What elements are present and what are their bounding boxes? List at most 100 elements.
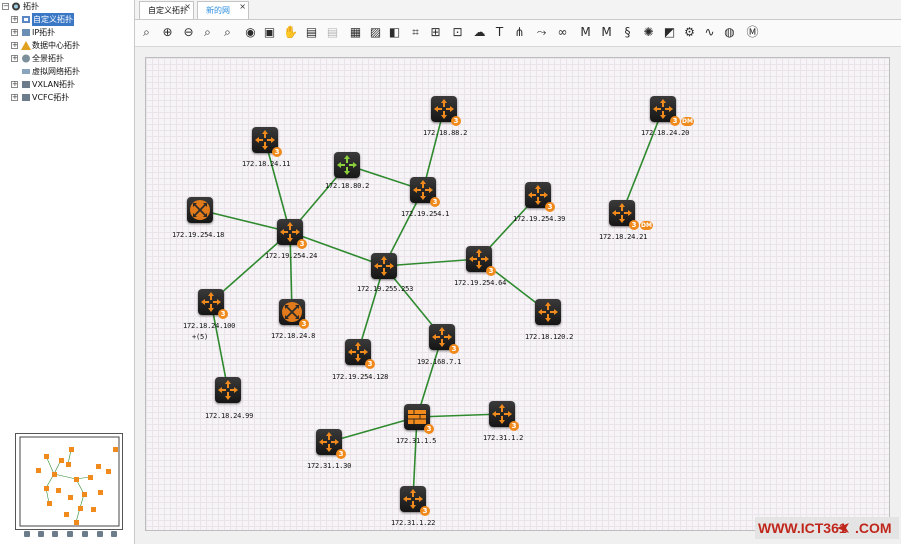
- expand-icon[interactable]: +: [11, 55, 18, 62]
- ms-alt-icon[interactable]: M: [598, 24, 615, 41]
- tree-root-label[interactable]: 拓扑: [23, 0, 39, 13]
- text-icon[interactable]: T: [491, 24, 508, 41]
- alarm-count-badge[interactable]: 3: [451, 116, 461, 126]
- device-node[interactable]: [535, 299, 561, 325]
- minimap-icon[interactable]: [52, 531, 58, 537]
- minimap-icon[interactable]: [82, 531, 88, 537]
- device-ip-label: 172.18.24.99: [205, 412, 254, 420]
- tree-item-label[interactable]: 数据中心拓扑: [32, 39, 80, 52]
- tree-item-label[interactable]: VCFC拓扑: [32, 91, 69, 104]
- expand-icon[interactable]: +: [11, 94, 18, 101]
- zoom-out-icon[interactable]: ⊖: [180, 24, 197, 41]
- tree-item-ip[interactable]: + IP拓扑: [0, 26, 134, 39]
- add-node-icon[interactable]: ⊡: [449, 24, 466, 41]
- gear-burst-icon[interactable]: ✺: [640, 24, 657, 41]
- tree-root[interactable]: − 拓扑: [0, 0, 134, 13]
- alarm-count-badge[interactable]: 3: [449, 344, 459, 354]
- watermark-domain: .COM: [855, 520, 892, 536]
- binoculars-icon[interactable]: ∞: [554, 24, 571, 41]
- topology-canvas[interactable]: 3 172.18.88.2 3 DM 172.18.24.20 3 172.18.24.11…: [145, 57, 890, 531]
- save-icon[interactable]: ▦: [347, 24, 364, 41]
- tree-item-custom[interactable]: + 自定义拓扑: [0, 13, 134, 26]
- fullscreen-icon[interactable]: ▣: [261, 24, 278, 41]
- tree-item-virtual[interactable]: 虚拟网络拓扑: [0, 65, 134, 78]
- link-icon[interactable]: ⤳: [533, 24, 550, 41]
- tree-item-panorama[interactable]: + 全景拓扑: [0, 52, 134, 65]
- toolbar: ⌕ ⊕ ⊖ ⌕ ⌕ ◉ ▣ ✋ ▤ ▤ ▦ ▨ ◧ ⌗ ⊞ ⊡ ☁ T ⋔ ⤳ ∞ M M § ✺ ◩ ⚙ ∿ ◍ Ⓜ: [135, 20, 901, 47]
- device-node[interactable]: [187, 197, 213, 223]
- tree-item-label[interactable]: 自定义拓扑: [32, 13, 74, 26]
- topology-link[interactable]: [621, 108, 664, 214]
- settings-icon[interactable]: ⚙: [681, 24, 698, 41]
- image-settings-icon[interactable]: ▤: [303, 24, 320, 41]
- m-circle-icon[interactable]: Ⓜ: [744, 24, 761, 41]
- tree-item-label[interactable]: 全景拓扑: [32, 52, 64, 65]
- alarm-count-badge[interactable]: 3: [545, 202, 555, 212]
- alarm-count-badge[interactable]: 3: [424, 424, 434, 434]
- tree-item-datacenter[interactable]: + 数据中心拓扑: [0, 39, 134, 52]
- tree-item-label[interactable]: 虚拟网络拓扑: [32, 65, 80, 78]
- search-icon[interactable]: ⌕: [219, 24, 236, 41]
- device-node[interactable]: [371, 253, 397, 279]
- tab-new-network[interactable]: 新的网络... ×: [197, 0, 249, 33]
- device-node[interactable]: [334, 152, 360, 178]
- expand-icon[interactable]: +: [11, 29, 18, 36]
- layer-icon[interactable]: ◧: [386, 24, 403, 41]
- router-icon: [337, 155, 357, 175]
- alarm-count-badge[interactable]: 3: [670, 116, 680, 126]
- tree-item-label[interactable]: IP拓扑: [32, 26, 55, 39]
- collapse-icon[interactable]: −: [2, 3, 9, 10]
- topology-icon[interactable]: ⋔: [511, 24, 528, 41]
- alarm-count-badge[interactable]: 3: [299, 319, 309, 329]
- expand-icon[interactable]: +: [11, 42, 18, 49]
- close-icon[interactable]: ×: [239, 0, 246, 16]
- globe-icon[interactable]: ◍: [721, 24, 738, 41]
- tree-item-vxlan[interactable]: + VXLAN拓扑: [0, 78, 134, 91]
- group-icon[interactable]: ◩: [661, 24, 678, 41]
- hierarchy-icon[interactable]: ⊞: [427, 24, 444, 41]
- alarm-count-badge[interactable]: 3: [218, 309, 228, 319]
- image-disabled-icon[interactable]: ▤: [324, 24, 341, 41]
- topology-link[interactable]: [383, 258, 480, 267]
- hand-pan-icon[interactable]: ✋: [282, 24, 299, 41]
- minimap-icon[interactable]: [67, 531, 73, 537]
- tree-item-vcfc[interactable]: + VCFC拓扑: [0, 91, 134, 104]
- collapsed-count-label[interactable]: +(5): [192, 333, 208, 341]
- ms-icon[interactable]: M: [577, 24, 594, 41]
- tab-label[interactable]: 自定义拓扑: [148, 6, 188, 15]
- alarm-count-badge[interactable]: 3: [297, 239, 307, 249]
- device-node[interactable]: [215, 377, 241, 403]
- zoom-fit-icon[interactable]: ⌕: [138, 24, 155, 41]
- minimap-icon[interactable]: [24, 531, 30, 537]
- alarm-count-badge[interactable]: 3: [272, 147, 282, 157]
- alarm-count-badge[interactable]: 3: [420, 506, 430, 516]
- tree-item-label[interactable]: VXLAN拓扑: [32, 78, 75, 91]
- expand-icon[interactable]: +: [11, 81, 18, 88]
- minimap-icon[interactable]: [111, 531, 117, 537]
- alarm-count-badge[interactable]: 3: [629, 220, 639, 230]
- minimap-icon[interactable]: [38, 531, 44, 537]
- topology-link[interactable]: [289, 231, 385, 267]
- alarm-count-badge[interactable]: 3: [365, 359, 375, 369]
- vcfc-icon: [21, 93, 31, 102]
- eye-icon[interactable]: ◉: [242, 24, 259, 41]
- zoom-reset-icon[interactable]: ⌕: [199, 24, 216, 41]
- pulse-icon[interactable]: ∿: [701, 24, 718, 41]
- alarm-count-badge[interactable]: 3: [486, 266, 496, 276]
- minimap[interactable]: [15, 433, 123, 530]
- device-ip-label: 172.19.254.128: [332, 373, 389, 381]
- alarm-count-badge[interactable]: 3: [509, 421, 519, 431]
- expand-icon[interactable]: +: [11, 16, 18, 23]
- alarm-count-badge[interactable]: 3: [430, 197, 440, 207]
- zoom-in-icon[interactable]: ⊕: [159, 24, 176, 41]
- select-node-icon[interactable]: ⌗: [407, 24, 424, 41]
- minimap-icon[interactable]: [97, 531, 103, 537]
- device-ip-label: 172.18.24.20: [641, 129, 690, 137]
- device-ip-label: 172.19.254.39: [513, 215, 566, 223]
- alarm-count-badge[interactable]: 3: [336, 449, 346, 459]
- cloud-icon[interactable]: ☁: [471, 24, 488, 41]
- bolt-icon[interactable]: §: [619, 24, 636, 41]
- tab-custom-topology[interactable]: 自定义拓扑 ×: [139, 1, 194, 19]
- export-image-icon[interactable]: ▨: [367, 24, 384, 41]
- close-icon[interactable]: ×: [184, 0, 191, 16]
